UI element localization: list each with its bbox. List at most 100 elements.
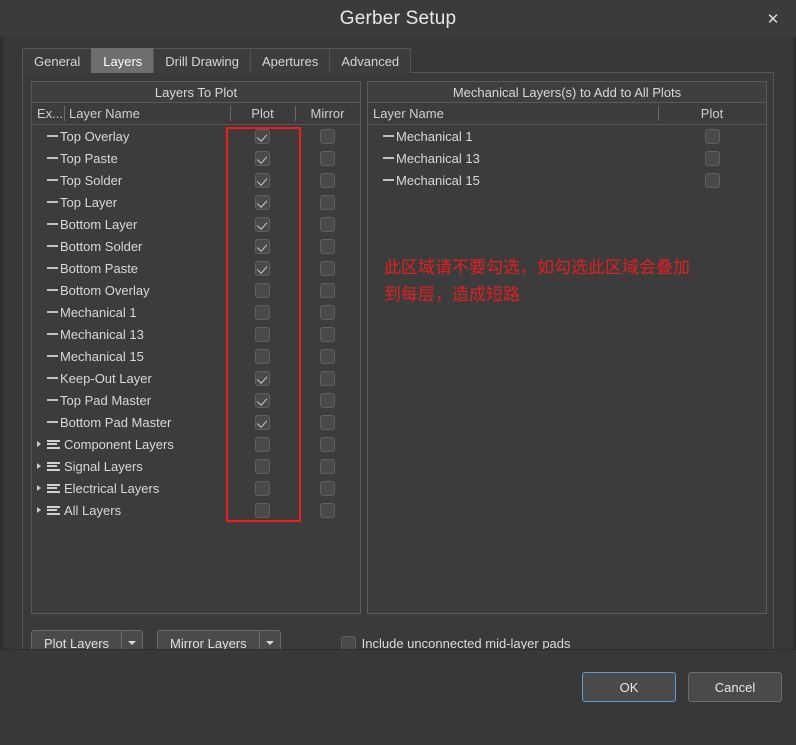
layer-stack-icon: [46, 461, 64, 471]
plot-checkbox-bottom-layer[interactable]: [255, 216, 270, 232]
mirror-checkbox-mechanical-13[interactable]: [320, 326, 335, 342]
plot-checkbox-top-paste[interactable]: [255, 150, 270, 166]
column-header-layer-name[interactable]: Layer Name: [64, 103, 230, 124]
layer-name-bottom-pad-master: Bottom Pad Master: [60, 414, 172, 430]
mirror-checkbox-component-layers[interactable]: [320, 436, 335, 452]
chevron-right-icon[interactable]: [32, 441, 46, 447]
mirror-checkbox-all-layers[interactable]: [320, 502, 335, 518]
layer-row[interactable]: Electrical Layers: [32, 477, 360, 499]
layer-row[interactable]: Keep-Out Layer: [32, 367, 360, 389]
layer-row[interactable]: Component Layers: [32, 433, 360, 455]
mirror-checkbox-top-pad-master[interactable]: [320, 392, 335, 408]
tab-apertures[interactable]: Apertures: [249, 48, 331, 73]
column-header-plot[interactable]: Plot: [230, 103, 295, 124]
layer-row[interactable]: Bottom Pad Master: [32, 411, 360, 433]
layer-row[interactable]: Top Layer: [32, 191, 360, 213]
layer-row[interactable]: Bottom Solder: [32, 235, 360, 257]
plot-checkbox-mechanical-15[interactable]: [255, 348, 270, 364]
ok-button[interactable]: OK: [582, 672, 676, 702]
layer-row[interactable]: Top Paste: [32, 147, 360, 169]
layer-line-icon: [44, 267, 60, 269]
chevron-right-icon[interactable]: [32, 463, 46, 469]
plot-checkbox-bottom-solder[interactable]: [255, 238, 270, 254]
plot-cell: [230, 282, 295, 298]
mirror-checkbox-signal-layers[interactable]: [320, 458, 335, 474]
plot-checkbox-bottom-pad-master[interactable]: [255, 414, 270, 430]
plot-checkbox-mechanical-13[interactable]: [704, 150, 720, 166]
layer-row[interactable]: Mechanical 13: [32, 323, 360, 345]
layer-row[interactable]: Mechanical 15: [32, 345, 360, 367]
tab-layers[interactable]: Layers: [91, 48, 155, 73]
tab-advanced[interactable]: Advanced: [329, 48, 412, 73]
mirror-checkbox-keep-out-layer[interactable]: [320, 370, 335, 386]
plot-cell: [230, 216, 295, 232]
plot-checkbox-top-pad-master[interactable]: [255, 392, 270, 408]
layer-row[interactable]: Top Solder: [32, 169, 360, 191]
chevron-right-icon[interactable]: [32, 507, 46, 513]
plot-checkbox-mechanical-13[interactable]: [255, 326, 270, 342]
mirror-checkbox-top-solder[interactable]: [320, 172, 335, 188]
plot-checkbox-signal-layers[interactable]: [255, 458, 270, 474]
mirror-checkbox-top-paste[interactable]: [320, 150, 335, 166]
plot-checkbox-mechanical-1[interactable]: [704, 128, 720, 144]
mirror-checkbox-bottom-overlay[interactable]: [320, 282, 335, 298]
mechanical-layer-row[interactable]: Mechanical 1: [368, 125, 766, 147]
layer-row[interactable]: Top Pad Master: [32, 389, 360, 411]
column-header-layer-name-right[interactable]: Layer Name: [368, 103, 658, 124]
mechanical-layers-group: Mechanical Layers(s) to Add to All Plots…: [367, 81, 767, 614]
tab-drill-drawing[interactable]: Drill Drawing: [153, 48, 251, 73]
column-header-plot-right[interactable]: Plot: [658, 103, 766, 124]
plot-checkbox-bottom-overlay[interactable]: [255, 282, 270, 298]
mirror-checkbox-bottom-pad-master[interactable]: [320, 414, 335, 430]
layer-row[interactable]: Bottom Overlay: [32, 279, 360, 301]
mirror-checkbox-top-layer[interactable]: [320, 194, 335, 210]
layer-name-bottom-solder: Bottom Solder: [60, 238, 143, 254]
mechanical-layer-row[interactable]: Mechanical 13: [368, 147, 766, 169]
mirror-checkbox-bottom-paste[interactable]: [320, 260, 335, 276]
chevron-right-icon[interactable]: [32, 485, 46, 491]
plot-cell: [658, 172, 766, 188]
plot-checkbox-all-layers[interactable]: [255, 502, 270, 518]
plot-cell: [230, 414, 295, 430]
layers-list[interactable]: Top Overlay Top Paste Top Solder Top Layer B…: [32, 125, 360, 613]
warning-annotation-line2: 到每层，造成短路: [384, 285, 520, 305]
mirror-checkbox-bottom-layer[interactable]: [320, 216, 335, 232]
column-header-extended[interactable]: Ex...: [32, 103, 64, 124]
plot-checkbox-bottom-paste[interactable]: [255, 260, 270, 276]
plot-cell: [230, 326, 295, 342]
plot-checkbox-electrical-layers[interactable]: [255, 480, 270, 496]
plot-checkbox-component-layers[interactable]: [255, 436, 270, 452]
layer-line-icon: [44, 179, 60, 181]
mirror-checkbox-top-overlay[interactable]: [320, 128, 335, 144]
layer-row[interactable]: Bottom Paste: [32, 257, 360, 279]
layer-name-bottom-layer: Bottom Layer: [60, 216, 138, 232]
tab-general[interactable]: General: [22, 48, 93, 73]
plot-checkbox-mechanical-15[interactable]: [704, 172, 720, 188]
plot-checkbox-top-solder[interactable]: [255, 172, 270, 188]
layers-to-plot-title: Layers To Plot: [32, 82, 360, 103]
layer-row[interactable]: All Layers: [32, 499, 360, 521]
mirror-checkbox-mechanical-15[interactable]: [320, 348, 335, 364]
column-header-mirror[interactable]: Mirror: [295, 103, 360, 124]
cancel-button[interactable]: Cancel: [688, 672, 782, 702]
plot-cell: [230, 128, 295, 144]
layer-line-icon: [44, 223, 60, 225]
mirror-checkbox-bottom-solder[interactable]: [320, 238, 335, 254]
mechanical-layer-row[interactable]: Mechanical 15: [368, 169, 766, 191]
mirror-checkbox-mechanical-1[interactable]: [320, 304, 335, 320]
layer-row[interactable]: Mechanical 1: [32, 301, 360, 323]
mirror-checkbox-electrical-layers[interactable]: [320, 480, 335, 496]
close-icon[interactable]: ✕: [750, 0, 796, 37]
layer-name-bottom-overlay: Bottom Overlay: [60, 282, 150, 298]
layer-row[interactable]: Top Overlay: [32, 125, 360, 147]
plot-checkbox-mechanical-1[interactable]: [255, 304, 270, 320]
plot-cell: [230, 194, 295, 210]
plot-checkbox-top-layer[interactable]: [255, 194, 270, 210]
plot-checkbox-keep-out-layer[interactable]: [255, 370, 270, 386]
layer-row[interactable]: Signal Layers: [32, 455, 360, 477]
layer-row[interactable]: Bottom Layer: [32, 213, 360, 235]
mirror-cell: [295, 194, 360, 210]
mechanical-layers-list[interactable]: Mechanical 1 Mechanical 13 Mechanical 15 此…: [368, 125, 766, 613]
dialog-footer: OK Cancel: [0, 649, 796, 745]
plot-checkbox-top-overlay[interactable]: [255, 128, 270, 144]
